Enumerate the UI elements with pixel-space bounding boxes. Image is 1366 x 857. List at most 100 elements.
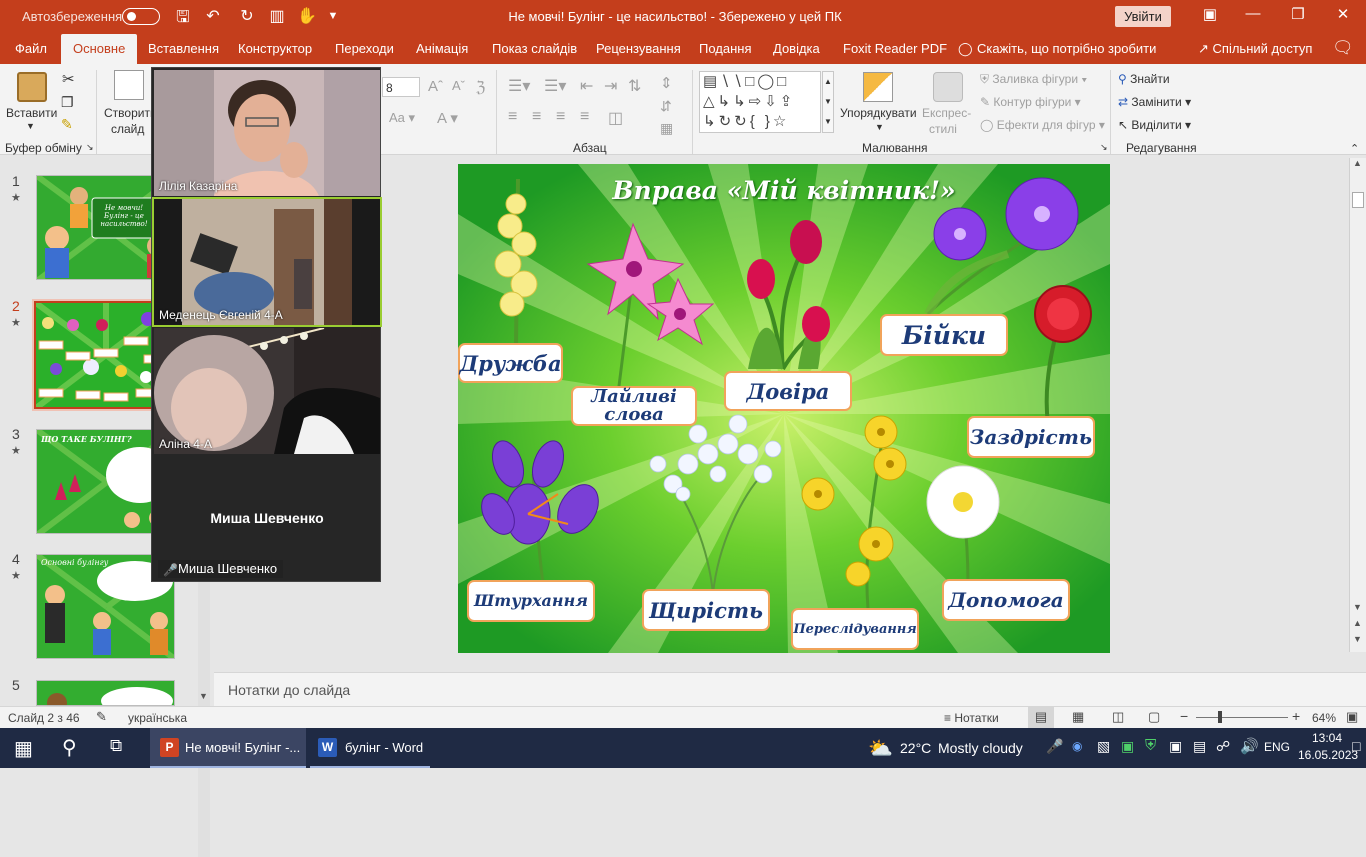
shapes-gallery[interactable]: ▤∖∖□◯□ △↳↳⇨⇩⇪ ↳↻↻{ }☆ [699,71,821,133]
restore-icon[interactable]: ❐ [1283,5,1313,23]
slideshow-view-icon[interactable]: ▢ [1148,709,1160,725]
paste-button-label[interactable]: Вставити [6,106,57,120]
redo-icon[interactable]: ↻ [236,6,258,26]
copy-icon[interactable]: ❐ [61,94,74,111]
arrange-icon[interactable] [863,72,893,102]
align-left-icon[interactable]: ≡ [508,108,517,126]
quick-styles-label-1[interactable]: Експрес- [922,106,971,120]
participant-video-active[interactable]: Меденець Євгеній 4-А [152,197,382,327]
tab-review[interactable]: Рецензування [596,41,681,56]
shapes-more-icon[interactable]: ▲ ▼ ▼ [822,71,834,133]
minimize-icon[interactable]: — [1238,5,1268,22]
tray-app-icon[interactable]: ▣ [1121,738,1134,755]
close-icon[interactable]: ✕ [1328,5,1358,23]
find-button[interactable]: ⚲ Знайти [1118,72,1170,86]
tab-animations[interactable]: Анімація [416,41,468,56]
font-color-icon[interactable]: A ▾ [437,109,458,127]
decrease-indent-icon[interactable]: ⇤ [580,76,593,96]
collapse-ribbon-icon[interactable]: ⌃ [1350,142,1359,155]
select-button[interactable]: ↖ Виділити ▾ [1118,118,1191,132]
windows-start-icon[interactable]: ▦ [14,736,33,761]
normal-view-icon[interactable]: ▤ [1028,707,1054,728]
align-right-icon[interactable]: ≡ [556,108,565,126]
volume-icon[interactable]: 🔊 [1240,737,1259,755]
bullets-icon[interactable]: ☰▾ [508,76,530,96]
scroll-down-icon[interactable]: ▼ [1353,602,1362,612]
scroll-thumb[interactable] [1352,192,1364,208]
language-indicator[interactable]: українська [128,711,187,725]
label-friendship[interactable]: Дружба [458,343,563,383]
tab-insert[interactable]: Вставлення [148,41,219,56]
taskbar-powerpoint[interactable]: P Не мовчі! Булінг -... [150,728,306,768]
tab-foxit[interactable]: Foxit Reader PDF [843,41,947,56]
cut-icon[interactable]: ✂ [62,70,75,88]
touch-mode-icon[interactable]: ✋ [296,6,318,26]
justify-icon[interactable]: ≡ [580,108,589,126]
new-slide-icon[interactable] [114,70,144,100]
zoom-out-icon[interactable]: − [1180,708,1188,724]
shrink-font-icon[interactable]: Aˇ [452,78,465,93]
paste-icon[interactable] [17,72,47,102]
clock-time[interactable]: 13:04 [1312,731,1342,745]
weather-description[interactable]: Mostly cloudy [938,740,1023,756]
next-slide-icon[interactable]: ▼ [1353,634,1362,644]
grow-font-icon[interactable]: Aˆ [428,78,443,95]
slide-sorter-icon[interactable]: ▦ [1072,709,1084,725]
notifications-icon[interactable]: □ [1352,738,1360,754]
zoom-slider[interactable] [1196,717,1288,718]
align-center-icon[interactable]: ≡ [532,108,541,126]
tab-file[interactable]: Файл [15,41,47,56]
shape-outline-button[interactable]: ✎ Контур фігури ▾ [980,95,1081,109]
label-envy[interactable]: Заздрість [967,416,1095,458]
microphone-icon[interactable]: 🎤 [1046,738,1063,755]
tab-slideshow[interactable]: Показ слайдів [492,41,577,56]
slideshow-icon[interactable]: ▥ [266,6,288,26]
tray-monitor-icon[interactable]: ▣ [1169,738,1182,755]
notes-toggle[interactable]: ≡ Нотатки [944,711,999,725]
new-slide-label-2[interactable]: слайд [111,122,144,136]
customize-qat-icon[interactable]: ▼ [322,10,344,22]
reading-view-icon[interactable]: ◫ [1112,709,1124,725]
slide-canvas[interactable]: Вправа «Мій квітник!» Дружба Лайливі сло… [458,164,1110,653]
quick-styles-label-2[interactable]: стилі [929,122,957,136]
font-size-box[interactable]: 8 [382,77,420,97]
tab-help[interactable]: Довідка [773,41,820,56]
label-persecution[interactable]: Переслідування [791,608,919,650]
tab-home[interactable]: Основне [61,34,138,64]
slide-thumbnail[interactable] [36,680,175,706]
scroll-up-icon[interactable]: ▲ [1353,158,1362,168]
scroll-down-icon[interactable]: ▼ [199,691,208,701]
label-trust[interactable]: Довіра [724,371,852,411]
participant-no-video[interactable]: Миша Шевченко 🎤 Миша Шевченко [154,456,380,582]
previous-slide-icon[interactable]: ▲ [1353,618,1362,628]
participant-video[interactable]: Лілія Казаріна [154,70,380,196]
clock-date[interactable]: 16.05.2023 [1298,748,1358,762]
tab-view[interactable]: Подання [699,41,752,56]
zoom-slider-thumb[interactable] [1218,711,1222,723]
shape-effects-button[interactable]: ◯ Ефекти для фігур ▾ [980,118,1105,132]
shield-icon[interactable]: ⛨ [1145,737,1156,754]
ribbon-display-icon[interactable]: ▣ [1195,5,1225,23]
arrange-dropdown-icon[interactable]: ▼ [875,122,884,132]
fit-to-window-icon[interactable]: ▣ [1346,709,1358,725]
drawing-launcher-icon[interactable]: ↘ [1100,142,1108,153]
share-button[interactable]: ↗ Спільний доступ [1198,41,1312,57]
tray-display-icon[interactable]: ▤ [1193,738,1206,755]
tray-icon[interactable]: ▧ [1097,738,1110,755]
input-language[interactable]: ENG [1264,740,1290,754]
tab-transitions[interactable]: Переходи [335,41,394,56]
label-sincerity[interactable]: Щирість [642,589,770,631]
text-direction-icon[interactable]: ⇕ [660,74,673,92]
search-icon[interactable]: ⚲ [62,735,77,760]
task-view-icon[interactable]: ⧉ [110,736,122,756]
zoom-level[interactable]: 64% [1312,711,1336,725]
save-icon[interactable]: 🖫 [172,6,194,33]
align-text-icon[interactable]: ⇵ [660,98,672,115]
label-help[interactable]: Допомога [942,579,1070,621]
arrange-label[interactable]: Упорядкувати [840,106,917,120]
increase-indent-icon[interactable]: ⇥ [604,76,617,96]
autosave-toggle[interactable] [122,8,160,25]
network-icon[interactable]: ☍ [1216,738,1230,755]
shape-fill-button[interactable]: ⛨ Заливка фігури ▾ [980,72,1087,87]
paste-dropdown-icon[interactable]: ▼ [26,121,35,131]
